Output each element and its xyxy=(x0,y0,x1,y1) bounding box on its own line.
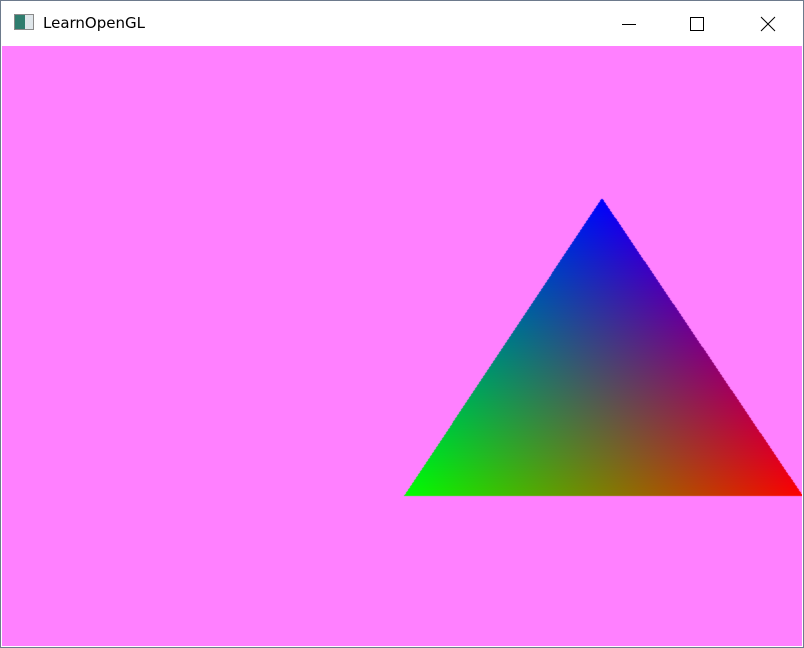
minimize-icon xyxy=(622,23,636,25)
app-icon xyxy=(14,14,34,30)
opengl-viewport xyxy=(2,46,802,646)
close-icon xyxy=(760,16,776,31)
close-button[interactable] xyxy=(745,1,791,46)
app-window: LearnOpenGL xyxy=(0,0,804,648)
window-title: LearnOpenGL xyxy=(43,14,145,32)
maximize-button[interactable] xyxy=(674,1,720,46)
maximize-icon xyxy=(690,16,704,31)
title-bar[interactable]: LearnOpenGL xyxy=(1,1,803,46)
minimize-button[interactable] xyxy=(606,1,652,46)
gradient-triangle xyxy=(2,46,802,646)
